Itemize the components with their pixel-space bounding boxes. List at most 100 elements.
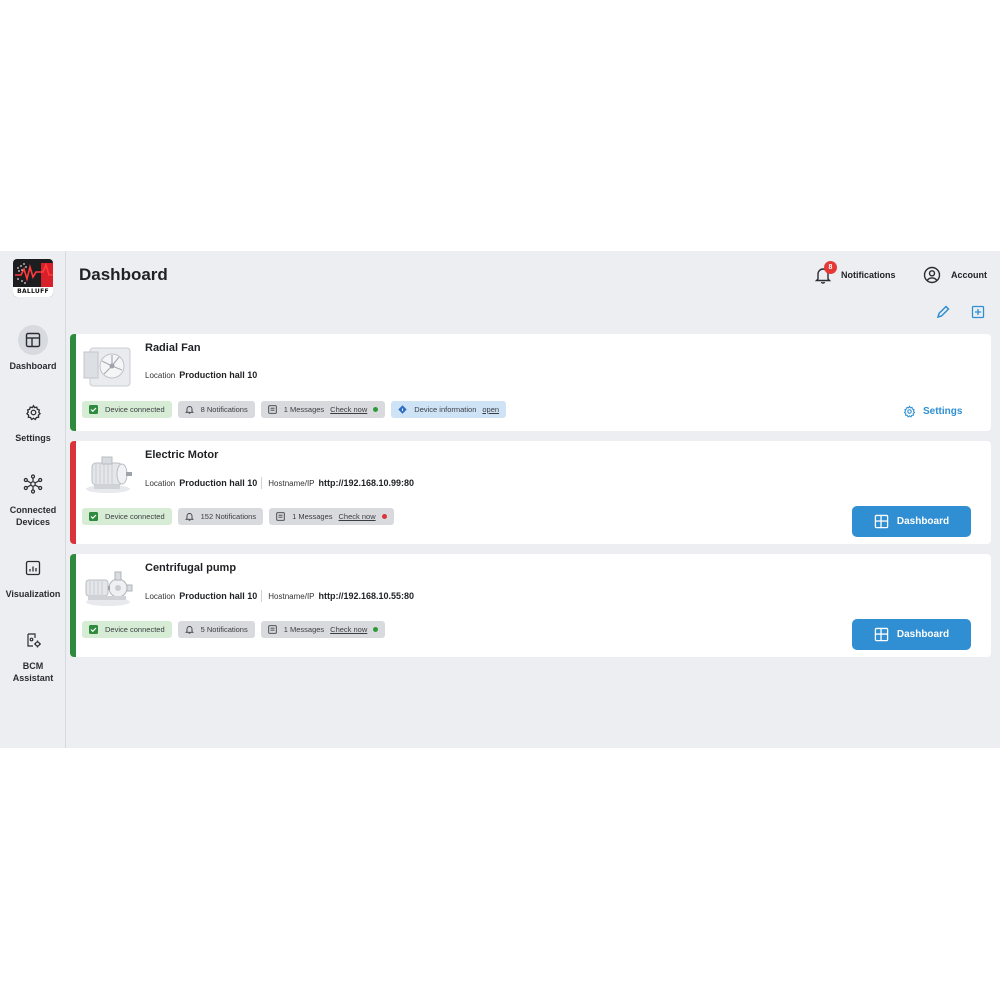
sidebar-item-connected-devices[interactable]: Connected Devices bbox=[0, 469, 66, 528]
info-diamond-icon bbox=[398, 405, 407, 414]
edit-layout-button[interactable] bbox=[936, 305, 950, 319]
electric-motor-image bbox=[82, 449, 134, 497]
device-meta: Location Production hall 10 bbox=[145, 370, 257, 380]
chip-label: 152 Notifications bbox=[200, 512, 257, 521]
account-button[interactable]: Account bbox=[923, 265, 987, 285]
pencil-icon bbox=[936, 305, 950, 319]
device-status-chips: Device connected 8 Notifications 1 Messa… bbox=[82, 401, 507, 418]
hostname-value: http://192.168.10.99:80 bbox=[318, 478, 415, 488]
account-label: Account bbox=[951, 270, 987, 280]
notifications-chip[interactable]: 152 Notifications bbox=[177, 508, 264, 525]
device-connected-chip: Device connected bbox=[82, 621, 172, 638]
message-icon bbox=[276, 512, 285, 521]
bell-icon bbox=[184, 406, 194, 414]
device-connected-chip: Device connected bbox=[82, 508, 172, 525]
status-stripe bbox=[70, 554, 76, 657]
sidebar-item-label: BCM Assistant bbox=[12, 661, 54, 683]
assistant-icon bbox=[18, 625, 48, 655]
status-stripe bbox=[70, 334, 76, 431]
chip-label: 1 Messages bbox=[283, 405, 325, 414]
sidebar-item-visualization[interactable]: Visualization bbox=[0, 553, 66, 600]
account-icon bbox=[923, 266, 941, 284]
hostname-label: Hostname/IP bbox=[268, 591, 315, 601]
notifications-button[interactable]: 8 Notifications bbox=[814, 261, 896, 285]
message-status-dot bbox=[381, 514, 387, 519]
chip-label: 1 Messages bbox=[292, 512, 333, 521]
message-status-dot bbox=[373, 407, 379, 412]
check-now-link[interactable]: Check now bbox=[339, 512, 376, 521]
device-dashboard-button[interactable]: Dashboard bbox=[852, 506, 971, 537]
notification-count-badge: 8 bbox=[824, 261, 837, 274]
bell-icon bbox=[184, 626, 194, 634]
chip-label: Device connected bbox=[105, 625, 165, 634]
device-status-chips: Device connected 152 Notifications 1 Mes… bbox=[82, 508, 394, 525]
chip-label: 1 Messages bbox=[283, 625, 325, 634]
location-value: Production hall 10 bbox=[179, 370, 258, 380]
device-card-centrifugal-pump: Centrifugal pump Location Production hal… bbox=[70, 554, 991, 657]
notifications-label: Notifications bbox=[841, 270, 896, 280]
device-name: Electric Motor bbox=[145, 449, 219, 461]
location-label: Location bbox=[145, 591, 176, 601]
balluff-logo[interactable]: BALLUFF bbox=[13, 259, 53, 297]
chip-label: 8 Notifications bbox=[200, 405, 248, 414]
device-information-chip: Device information open bbox=[391, 401, 507, 418]
check-now-link[interactable]: Check now bbox=[330, 405, 367, 414]
layout-icon bbox=[18, 325, 48, 355]
device-card-electric-motor: Electric Motor Location Production hall … bbox=[70, 441, 991, 544]
layout-icon bbox=[874, 627, 889, 642]
messages-chip: 1 Messages Check now bbox=[269, 508, 394, 525]
app-window: BALLUFF Dashboard Settings Connected Dev… bbox=[0, 251, 1000, 748]
meta-divider bbox=[261, 590, 263, 602]
message-icon bbox=[267, 625, 277, 634]
chip-label: 5 Notifications bbox=[200, 625, 248, 634]
sidebar-item-dashboard[interactable]: Dashboard bbox=[0, 325, 66, 372]
sidebar-item-label: Connected Devices bbox=[9, 505, 57, 527]
message-status-dot bbox=[373, 627, 379, 632]
check-box-icon bbox=[89, 512, 98, 521]
status-stripe bbox=[70, 441, 76, 544]
radial-fan-image bbox=[82, 342, 134, 390]
chip-label: Device connected bbox=[105, 512, 165, 521]
sidebar: BALLUFF Dashboard Settings Connected Dev… bbox=[0, 251, 66, 748]
sidebar-item-settings[interactable]: Settings bbox=[0, 397, 66, 444]
device-dashboard-button[interactable]: Dashboard bbox=[852, 619, 971, 650]
network-icon bbox=[18, 469, 48, 499]
logo-wordmark: BALLUFF bbox=[13, 287, 53, 297]
notifications-chip[interactable]: 8 Notifications bbox=[177, 401, 255, 418]
hostname-value: http://192.168.10.55:80 bbox=[318, 591, 415, 601]
device-info-open-link[interactable]: open bbox=[482, 405, 499, 414]
page-title: Dashboard bbox=[79, 265, 168, 284]
gear-icon bbox=[18, 397, 48, 427]
chip-label: Device information bbox=[414, 405, 477, 414]
notifications-chip[interactable]: 5 Notifications bbox=[177, 621, 255, 638]
messages-chip: 1 Messages Check now bbox=[260, 401, 386, 418]
check-box-icon bbox=[89, 625, 98, 634]
add-widget-button[interactable] bbox=[971, 305, 985, 319]
location-label: Location bbox=[145, 370, 176, 380]
dashboard-button-label: Dashboard bbox=[896, 516, 950, 527]
messages-chip: 1 Messages Check now bbox=[260, 621, 386, 638]
dashboard-button-label: Dashboard bbox=[896, 629, 950, 640]
meta-divider bbox=[261, 477, 263, 489]
device-name: Centrifugal pump bbox=[145, 562, 237, 574]
check-now-link[interactable]: Check now bbox=[330, 625, 367, 634]
hostname-label: Hostname/IP bbox=[268, 478, 315, 488]
sidebar-item-bcm-assistant[interactable]: BCM Assistant bbox=[0, 625, 66, 684]
layout-icon bbox=[874, 514, 889, 529]
device-name: Radial Fan bbox=[145, 342, 201, 354]
sidebar-item-label: Settings bbox=[15, 433, 51, 443]
location-value: Production hall 10 bbox=[179, 591, 258, 601]
settings-label: Settings bbox=[923, 406, 963, 417]
location-value: Production hall 10 bbox=[179, 478, 258, 488]
sidebar-item-label: Dashboard bbox=[9, 361, 57, 371]
location-label: Location bbox=[145, 478, 176, 488]
sidebar-item-label: Visualization bbox=[5, 589, 61, 599]
chip-label: Device connected bbox=[105, 405, 165, 414]
gear-icon bbox=[903, 405, 916, 418]
device-settings-link[interactable]: Settings bbox=[903, 405, 962, 418]
chart-icon bbox=[18, 553, 48, 583]
device-connected-chip: Device connected bbox=[82, 401, 172, 418]
check-box-icon bbox=[89, 405, 98, 414]
device-meta: Location Production hall 10 Hostname/IP … bbox=[145, 477, 414, 489]
bell-icon bbox=[184, 513, 194, 521]
